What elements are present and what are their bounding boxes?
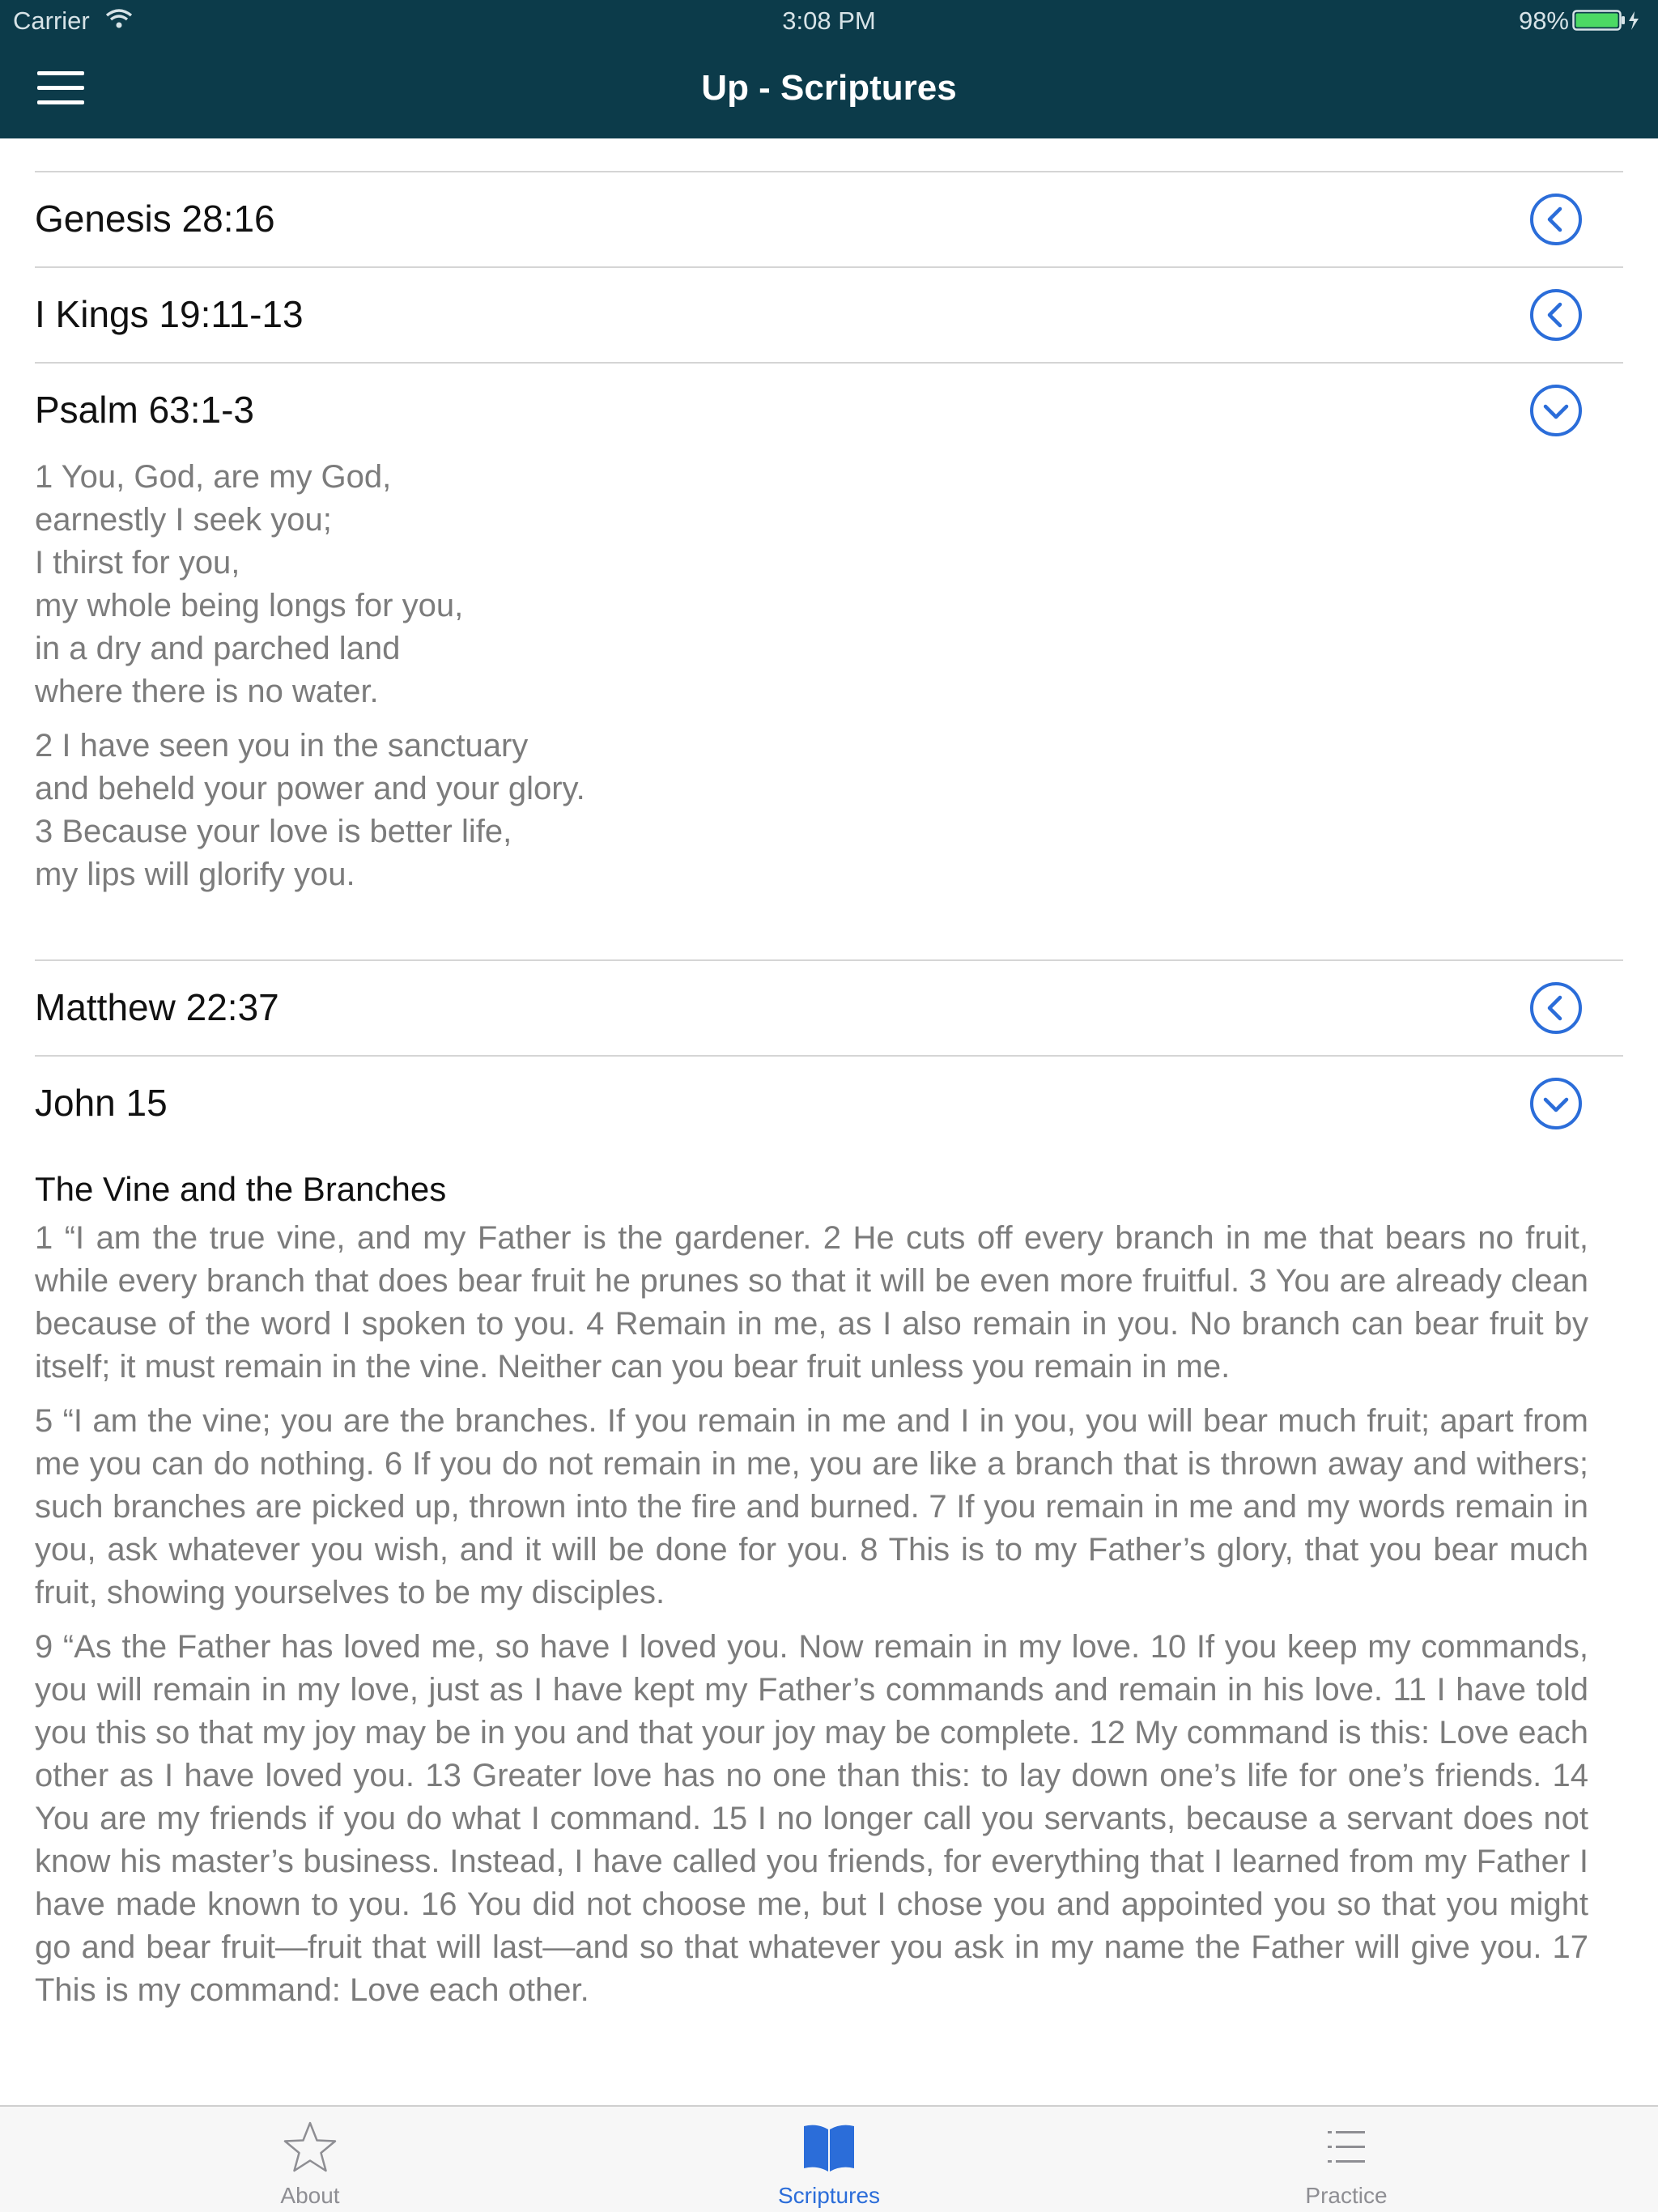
poem-line: 1 You, God, are my God,	[35, 459, 392, 495]
passage-paragraph: 9 “As the Father has loved me, so have I…	[35, 1629, 1588, 2008]
tab-label: Scriptures	[777, 2183, 881, 2208]
poem-line: and beheld your power and your glory.	[35, 771, 585, 806]
poem-line: where there is no water.	[35, 674, 379, 709]
poem-line: my whole being longs for you,	[35, 588, 464, 623]
poem-line: I thirst for you,	[35, 545, 240, 581]
poem-line: earnestly I seek you;	[35, 502, 332, 538]
battery-icon	[1572, 10, 1639, 31]
psalm-stanza-2: 2 I have seen you in the sanctuary and b…	[35, 725, 1588, 896]
section-heading: The Vine and the Branches	[35, 1170, 447, 1208]
scripture-reference: Matthew 22:37	[35, 986, 279, 1028]
psalm-stanza-1: 1 You, God, are my God, earnestly I seek…	[35, 456, 1588, 713]
chevron-down-circle-icon[interactable]	[1529, 384, 1583, 437]
chevron-left-circle-icon[interactable]	[1529, 981, 1583, 1035]
tab-label: Practice	[1305, 2183, 1388, 2208]
tab-bar: About Scriptures Practice	[0, 2105, 1658, 2212]
status-bar: Carrier 3:08 PM 98%	[0, 0, 1658, 45]
passage-paragraph: 1 “I am the true vine, and my Father is …	[35, 1220, 1588, 1385]
app-screen: Carrier 3:08 PM 98% Up - Scriptures Gene…	[0, 0, 1658, 2212]
tab-label: About	[280, 2183, 340, 2208]
page-title: Up - Scriptures	[701, 68, 957, 108]
scripture-row-matthew[interactable]: Matthew 22:37	[35, 961, 1623, 1055]
chevron-left-circle-icon[interactable]	[1529, 288, 1583, 342]
scripture-row-genesis[interactable]: Genesis 28:16	[35, 172, 1623, 266]
scripture-reference: Genesis 28:16	[35, 198, 275, 240]
scripture-reference: I Kings 19:11-13	[35, 293, 304, 335]
chevron-down-circle-icon[interactable]	[1529, 1077, 1583, 1130]
book-icon	[804, 2125, 854, 2172]
poem-line: 3 Because your love is better life,	[35, 814, 512, 849]
poem-line: in a dry and parched land	[35, 631, 401, 666]
battery-percentage: 98%	[1518, 6, 1569, 35]
john-passage: 1 “I am the true vine, and my Father is …	[35, 1217, 1588, 2012]
chevron-left-circle-icon[interactable]	[1529, 193, 1583, 246]
poem-line: 2 I have seen you in the sanctuary	[35, 728, 529, 764]
poem-line: my lips will glorify you.	[35, 857, 355, 892]
list-icon	[1328, 2131, 1365, 2163]
scripture-reference: Psalm 63:1-3	[35, 389, 255, 431]
scripture-row-i-kings[interactable]: I Kings 19:11-13	[35, 268, 1623, 362]
scripture-row-john[interactable]: John 15	[35, 1057, 1623, 1151]
tab-about[interactable]: About	[148, 2107, 472, 2212]
status-time: 3:08 PM	[782, 6, 876, 35]
scripture-row-psalm[interactable]: Psalm 63:1-3	[35, 364, 1623, 457]
navigation-header: Carrier 3:08 PM 98% Up - Scriptures	[0, 0, 1658, 138]
tab-practice[interactable]: Practice	[1184, 2107, 1508, 2212]
star-icon	[283, 2121, 337, 2172]
passage-paragraph: 5 “I am the vine; you are the branches. …	[35, 1403, 1588, 1610]
scripture-reference: John 15	[35, 1082, 168, 1124]
psalm-passage: 1 You, God, are my God, earnestly I seek…	[35, 456, 1588, 959]
tab-scriptures[interactable]: Scriptures	[667, 2107, 991, 2212]
scripture-list[interactable]: Genesis 28:16 I Kings 19:11-13 Psalm 63:…	[0, 138, 1658, 2105]
